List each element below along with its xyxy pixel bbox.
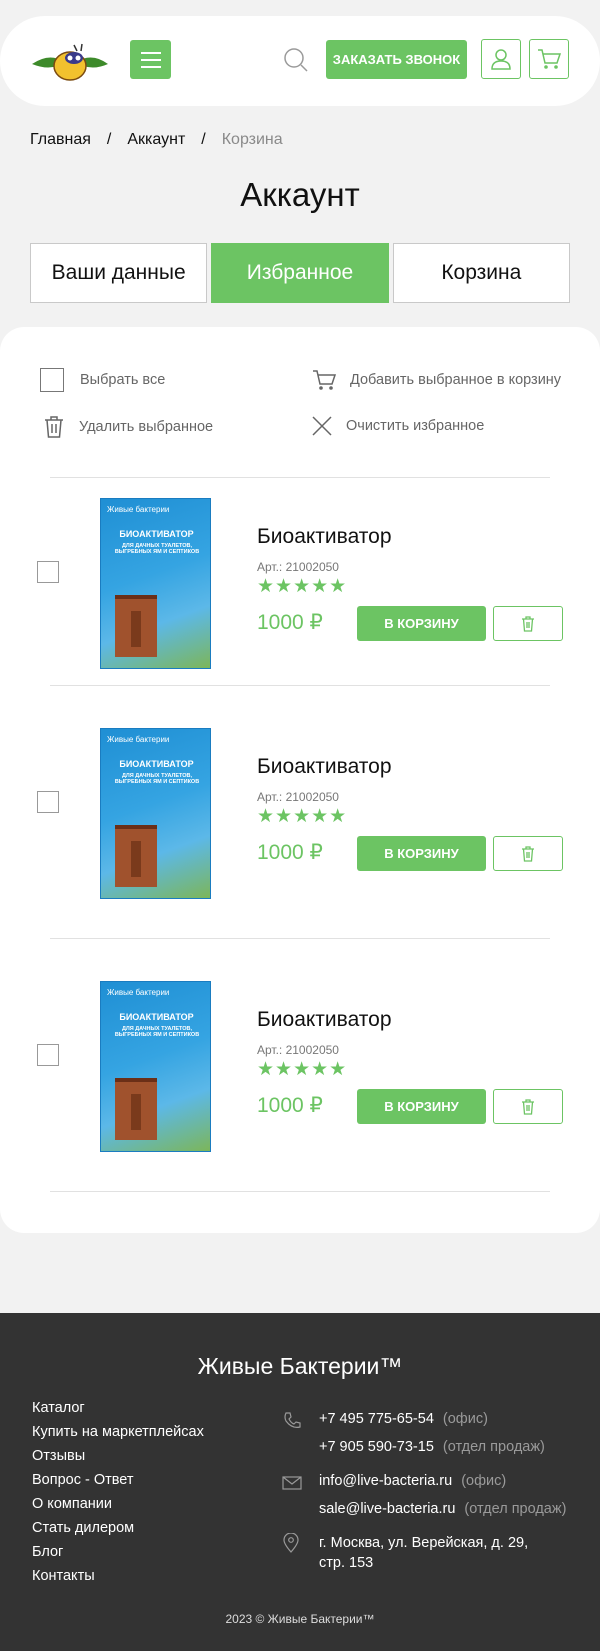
breadcrumb-current: Корзина — [221, 131, 283, 148]
favorites-card: Выбрать все Добавить выбранное в корзину… — [0, 327, 600, 1233]
breadcrumb-separator: / — [201, 131, 206, 148]
product-article: Арт.: 21002050 — [257, 560, 339, 574]
logo-bee-icon[interactable] — [30, 38, 110, 84]
user-icon — [491, 49, 511, 70]
cart-button[interactable] — [529, 39, 569, 79]
product-price: 1000 ₽ — [257, 611, 323, 634]
delete-selected[interactable]: Удалить выбранное — [43, 415, 213, 439]
email-sales[interactable]: sale@live-bacteria.ru (отдел продаж) — [319, 1501, 566, 1517]
tab-your-data[interactable]: Ваши данные — [30, 243, 208, 303]
footer-link-marketplaces[interactable]: Купить на маркетплейсах — [32, 1420, 204, 1444]
header: ЗАКАЗАТЬ ЗВОНОК — [0, 16, 600, 106]
phone-sales[interactable]: +7 905 590-73-15 (отдел продаж) — [319, 1439, 545, 1455]
remove-item-button[interactable] — [493, 836, 563, 871]
search-icon[interactable] — [283, 47, 309, 73]
product-image[interactable]: Живые бактерии БИОАКТИВАТОР ДЛЯ ДАЧНЫХ Т… — [100, 498, 211, 669]
tab-favorites[interactable]: Избранное — [211, 243, 389, 303]
add-selected-to-cart[interactable]: Добавить выбранное в корзину — [312, 369, 561, 391]
mail-icon — [282, 1475, 302, 1496]
add-to-cart-button[interactable]: В КОРЗИНУ — [357, 606, 486, 641]
rating-stars: ★★★★★ — [257, 1059, 348, 1080]
list-item: Живые бактерии БИОАКТИВАТОР ДЛЯ ДАЧНЫХ Т… — [0, 478, 600, 669]
product-article: Арт.: 21002050 — [257, 1043, 339, 1057]
product-name[interactable]: Биоактиватор — [257, 525, 392, 549]
copyright: 2023 © Живые Бактерии™ — [225, 1612, 375, 1626]
breadcrumb-separator: / — [106, 131, 112, 148]
rating-stars: ★★★★★ — [257, 576, 348, 597]
select-all-checkbox[interactable] — [40, 368, 64, 392]
address-line-2: стр. 153 — [319, 1555, 374, 1571]
trash-icon — [45, 416, 63, 438]
item-checkbox[interactable] — [37, 791, 59, 813]
menu-icon — [140, 51, 161, 54]
divider — [50, 685, 550, 686]
footer-link-faq[interactable]: Вопрос - Ответ — [32, 1468, 204, 1492]
cart-icon — [313, 370, 336, 390]
phone-icon — [282, 1411, 302, 1436]
footer-link-about[interactable]: О компании — [32, 1492, 204, 1516]
trash-icon — [522, 615, 534, 632]
select-all-control[interactable]: Выбрать все — [40, 368, 165, 392]
trash-icon — [522, 845, 534, 862]
page-title: Аккаунт — [240, 176, 360, 213]
footer-link-dealer[interactable]: Стать дилером — [32, 1516, 204, 1540]
cart-icon — [538, 49, 561, 69]
rating-stars: ★★★★★ — [257, 806, 348, 827]
remove-item-button[interactable] — [493, 606, 563, 641]
location-pin-icon — [282, 1532, 300, 1558]
breadcrumb-account[interactable]: Аккаунт — [127, 131, 185, 149]
trash-icon — [522, 1098, 534, 1115]
item-checkbox[interactable] — [37, 561, 59, 583]
footer: Живые Бактерии™ Каталог Купить на маркет… — [0, 1313, 600, 1651]
product-name[interactable]: Биоактиватор — [257, 1008, 392, 1032]
product-image[interactable]: Живые бактерии БИОАКТИВАТОР ДЛЯ ДАЧНЫХ Т… — [100, 728, 211, 899]
footer-brand: Живые Бактерии™ — [197, 1353, 403, 1379]
clear-favorites-label: Очистить избранное — [346, 418, 485, 434]
list-item: Живые бактерии БИОАКТИВАТОР ДЛЯ ДАЧНЫХ Т… — [0, 961, 600, 1152]
divider — [50, 938, 550, 939]
breadcrumb-home[interactable]: Главная — [30, 131, 91, 149]
product-price: 1000 ₽ — [257, 841, 323, 864]
product-article: Арт.: 21002050 — [257, 790, 339, 804]
product-name[interactable]: Биоактиватор — [257, 755, 392, 779]
menu-button[interactable] — [130, 40, 171, 79]
breadcrumb: Главная / Аккаунт / Корзина — [30, 131, 283, 149]
delete-selected-label: Удалить выбранное — [79, 419, 214, 435]
close-icon — [312, 416, 332, 436]
select-all-label: Выбрать все — [80, 372, 166, 388]
footer-link-contacts[interactable]: Контакты — [32, 1564, 204, 1588]
clear-favorites[interactable]: Очистить избранное — [311, 415, 484, 437]
account-button[interactable] — [481, 39, 521, 79]
email-office[interactable]: info@live-bacteria.ru (офис) — [319, 1473, 506, 1489]
remove-item-button[interactable] — [493, 1089, 563, 1124]
account-tabs: Ваши данные Избранное Корзина — [30, 243, 570, 303]
list-item: Живые бактерии БИОАКТИВАТОР ДЛЯ ДАЧНЫХ Т… — [0, 708, 600, 899]
order-call-button[interactable]: ЗАКАЗАТЬ ЗВОНОК — [326, 40, 467, 79]
footer-link-catalog[interactable]: Каталог — [32, 1396, 204, 1420]
item-checkbox[interactable] — [37, 1044, 59, 1066]
product-price: 1000 ₽ — [257, 1094, 323, 1117]
add-to-cart-button[interactable]: В КОРЗИНУ — [357, 1089, 486, 1124]
tab-cart[interactable]: Корзина — [392, 243, 570, 303]
phone-office[interactable]: +7 495 775-65-54 (офис) — [319, 1411, 488, 1427]
address-line-1: г. Москва, ул. Верейская, д. 29, — [319, 1535, 529, 1551]
footer-links: Каталог Купить на маркетплейсах Отзывы В… — [32, 1396, 204, 1588]
divider — [50, 1191, 550, 1192]
footer-link-blog[interactable]: Блог — [32, 1540, 204, 1564]
product-image[interactable]: Живые бактерии БИОАКТИВАТОР ДЛЯ ДАЧНЫХ Т… — [100, 981, 211, 1152]
add-selected-label: Добавить выбранное в корзину — [350, 372, 562, 388]
add-to-cart-button[interactable]: В КОРЗИНУ — [357, 836, 486, 871]
footer-link-reviews[interactable]: Отзывы — [32, 1444, 204, 1468]
